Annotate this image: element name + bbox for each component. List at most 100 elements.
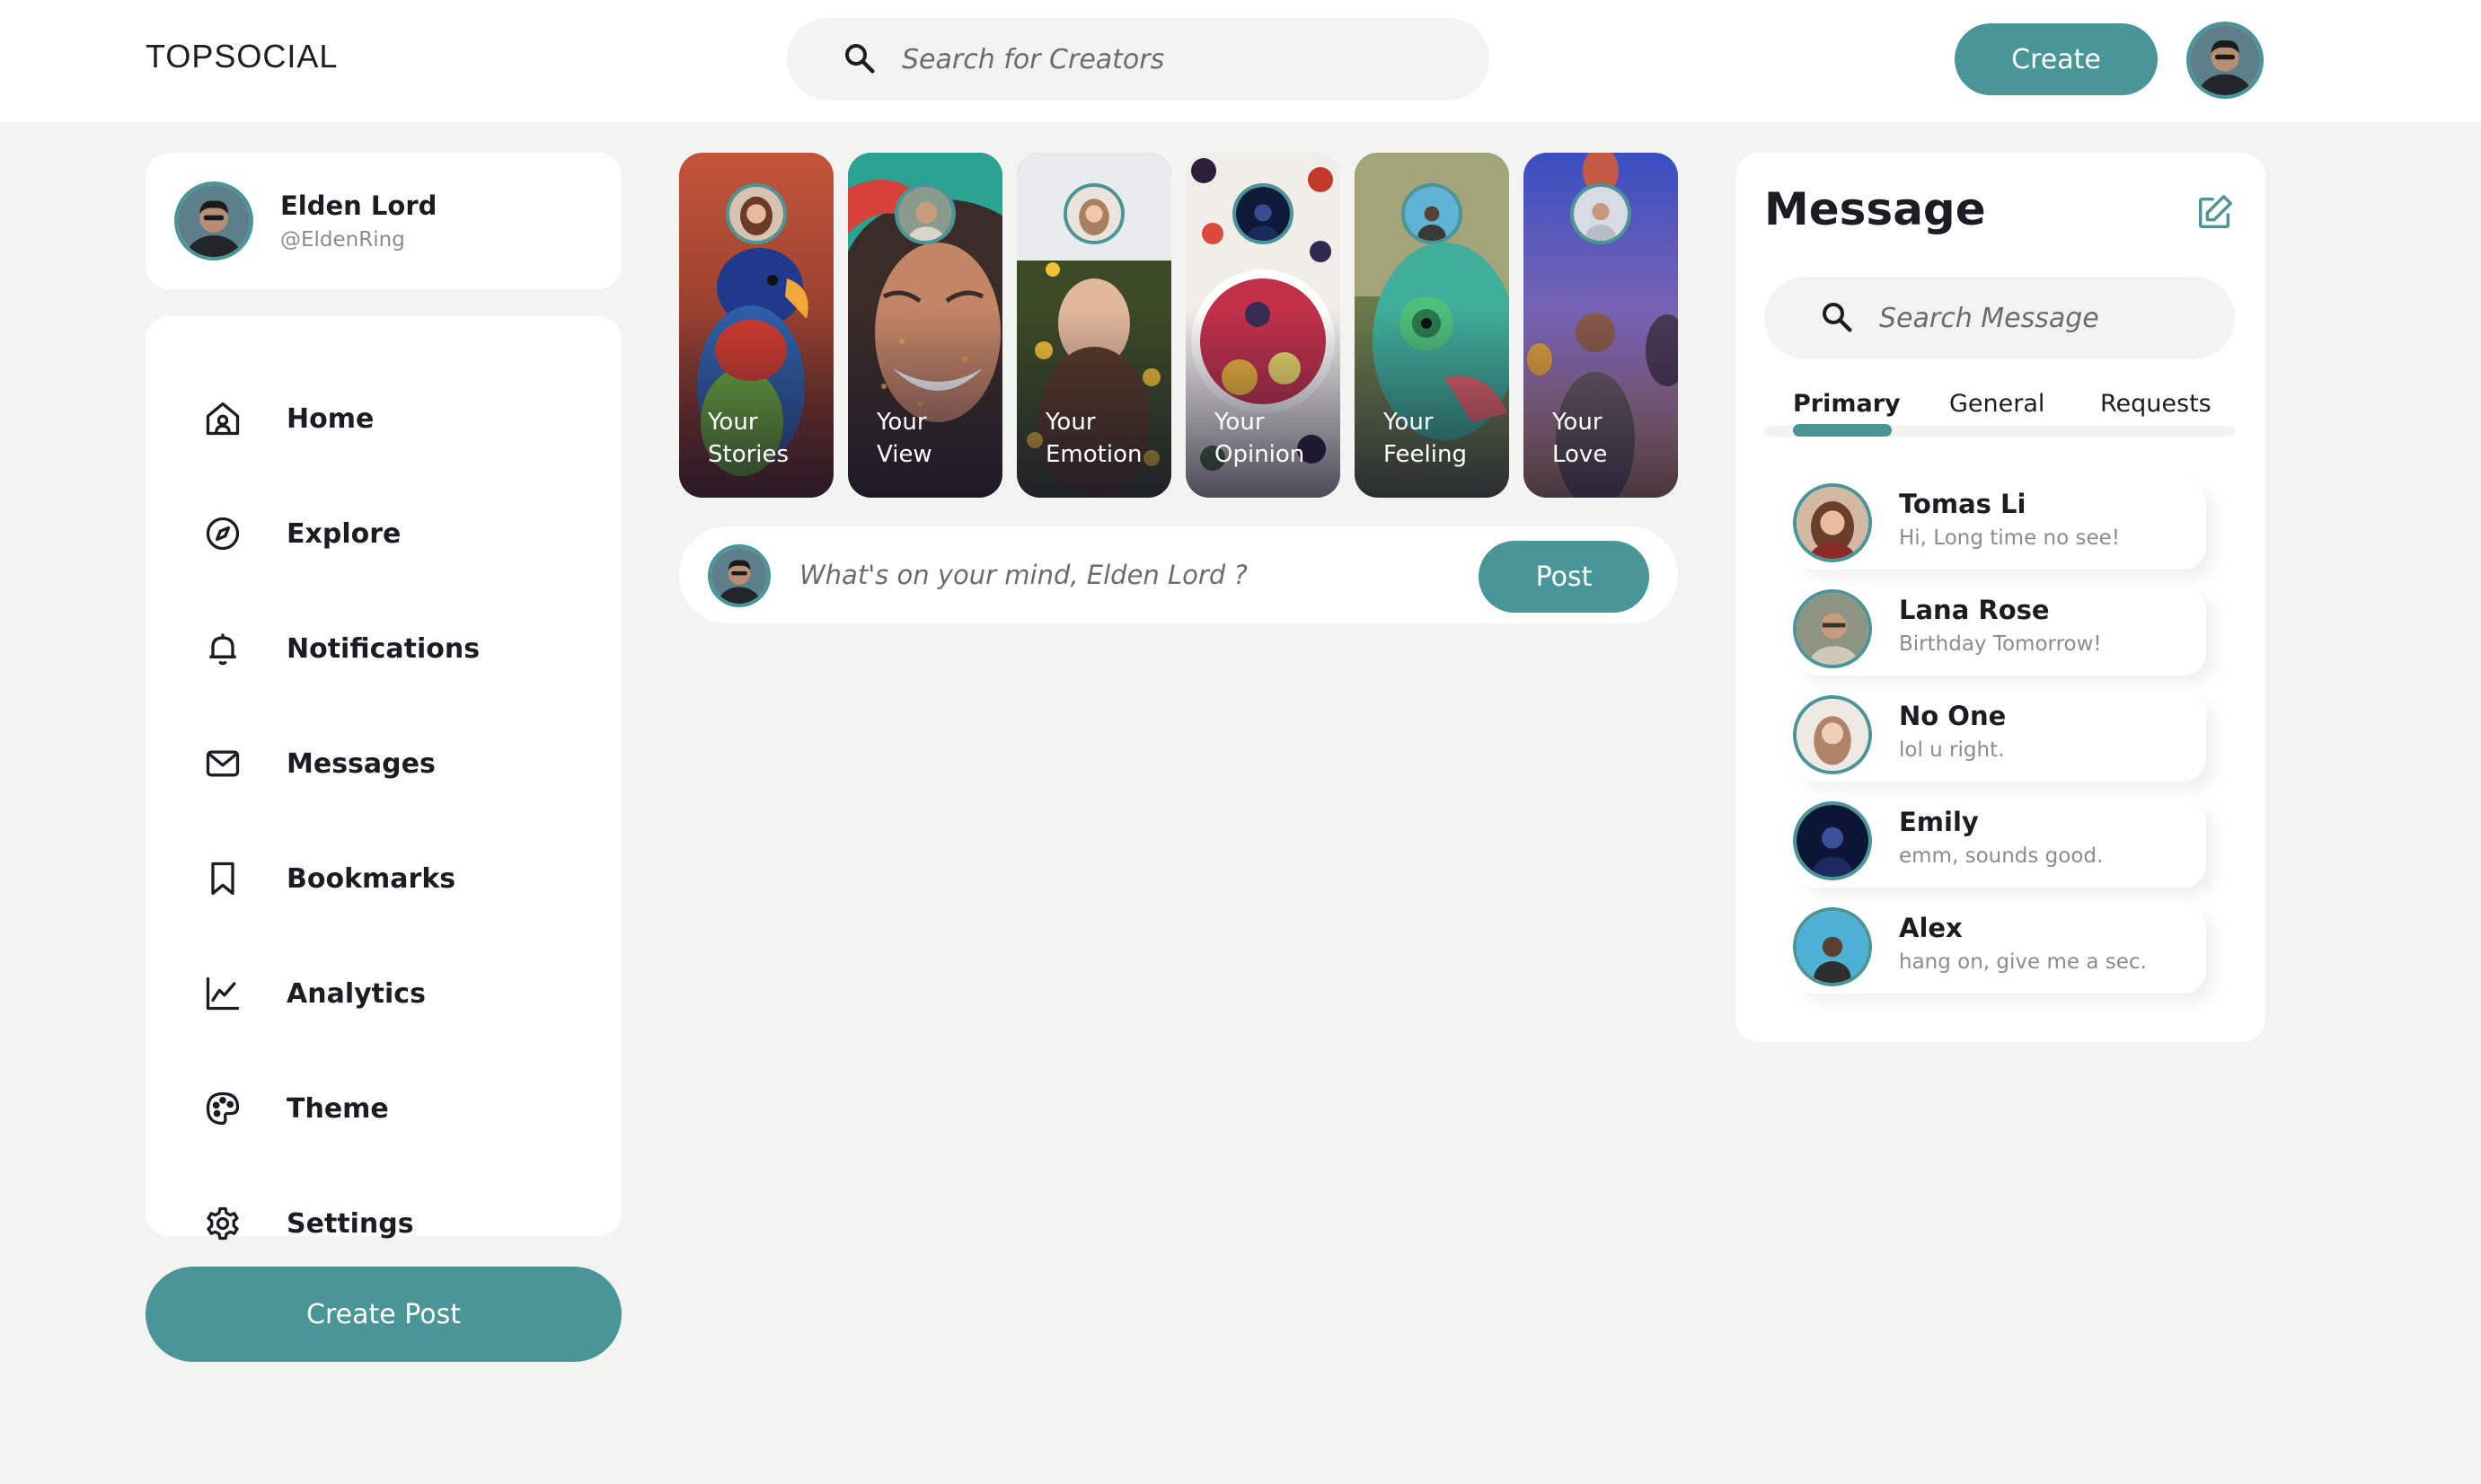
search-icon	[1823, 303, 1852, 332]
composer-avatar	[708, 544, 771, 607]
sidebar-item-bookmarks[interactable]: Bookmarks	[146, 834, 622, 923]
bookmark-icon	[211, 861, 234, 896]
post-button[interactable]: Post	[1479, 541, 1649, 613]
story-card[interactable]: Your Stories	[679, 153, 834, 498]
compass-icon	[206, 517, 240, 551]
profile-name: Elden Lord	[280, 190, 437, 221]
story-label: Your Feeling	[1383, 409, 1467, 468]
message-avatar	[1793, 801, 1872, 880]
sidebar-item-notifications[interactable]: Notifications	[146, 604, 622, 693]
sidebar-item-label: Analytics	[287, 977, 426, 1010]
profile-avatar[interactable]	[174, 181, 253, 261]
sidebar-item-label: Bookmarks	[287, 862, 456, 895]
sidebar-item-theme[interactable]: Theme	[146, 1064, 622, 1153]
avatar-photo	[1797, 911, 1868, 983]
message-item[interactable]: Alex hang on, give me a sec.	[1793, 904, 2206, 994]
sidebar-item-label: Theme	[287, 1092, 389, 1125]
gear-icon	[207, 1206, 239, 1241]
creator-search-input[interactable]	[902, 32, 1459, 86]
palette-icon	[206, 1091, 240, 1126]
story-card[interactable]: Your View	[848, 153, 1002, 498]
post-composer: Post	[679, 526, 1678, 623]
sidebar-item-label: Messages	[287, 747, 436, 780]
avatar-photo	[178, 185, 250, 257]
create-button[interactable]: Create	[1955, 23, 2158, 95]
message-search-bar[interactable]	[1764, 277, 2235, 359]
message-sender: No One	[1899, 701, 2007, 731]
tab-requests[interactable]: Requests	[2100, 390, 2212, 418]
message-item[interactable]: Emily emm, sounds good.	[1793, 798, 2206, 888]
message-sender: Lana Rose	[1899, 595, 2050, 625]
top-navbar: TOPSOCIAL Create	[0, 0, 2481, 122]
tab-primary[interactable]: Primary	[1793, 390, 1901, 418]
message-sender: Emily	[1899, 807, 1979, 837]
message-item[interactable]: Tomas Li Hi, Long time no see!	[1793, 480, 2206, 570]
story-avatar	[1401, 183, 1462, 244]
avatar-photo	[1797, 805, 1868, 877]
story-card[interactable]: Your Feeling	[1355, 153, 1509, 498]
message-preview: hang on, give me a sec.	[1899, 950, 2147, 974]
avatar-photo	[711, 548, 767, 604]
home-icon	[206, 402, 240, 436]
profile-card[interactable]: Elden Lord @EldenRing	[146, 153, 622, 289]
edit-icon[interactable]	[2194, 192, 2235, 234]
message-item[interactable]: No One lol u right.	[1793, 692, 2206, 782]
message-avatar	[1793, 483, 1872, 562]
sidebar-item-analytics[interactable]: Analytics	[146, 949, 622, 1038]
message-avatar	[1793, 589, 1872, 668]
story-label: Your Opinion	[1214, 409, 1305, 468]
message-item[interactable]: Lana Rose Birthday Tomorrow!	[1793, 586, 2206, 676]
envelope-icon	[206, 750, 240, 777]
story-label: Your Emotion	[1046, 409, 1143, 468]
avatar-photo	[1405, 187, 1459, 241]
story-avatar	[895, 183, 956, 244]
sidebar-item-label: Home	[287, 402, 375, 435]
story-label: Your Love	[1552, 409, 1608, 468]
message-preview: lol u right.	[1899, 738, 2005, 762]
user-avatar[interactable]	[2186, 22, 2264, 99]
sidebar-item-home[interactable]: Home	[146, 374, 622, 464]
message-avatar	[1793, 907, 1872, 986]
story-card[interactable]: Your Love	[1523, 153, 1678, 498]
message-search-input[interactable]	[1879, 291, 2221, 345]
avatar-photo	[1797, 593, 1868, 665]
story-avatar	[726, 183, 787, 244]
sidebar-item-label: Notifications	[287, 632, 481, 665]
messages-title: Message	[1764, 183, 1986, 235]
story-card[interactable]: Your Emotion	[1017, 153, 1171, 498]
message-sender: Alex	[1899, 913, 1963, 943]
message-preview: Birthday Tomorrow!	[1899, 632, 2102, 656]
sidebar-nav: Home Explore Notifications Messages Book…	[146, 316, 622, 1241]
avatar-photo	[1067, 187, 1121, 241]
avatar-photo	[898, 187, 952, 241]
sidebar-item-label: Settings	[287, 1207, 414, 1240]
sidebar-item-messages[interactable]: Messages	[146, 719, 622, 808]
story-label: Your View	[877, 409, 932, 468]
story-avatar	[1232, 183, 1293, 244]
story-label: Your Stories	[708, 409, 790, 468]
tab-general[interactable]: General	[1949, 390, 2044, 418]
avatar-photo	[2190, 25, 2260, 95]
avatar-photo	[1236, 187, 1290, 241]
creator-search-bar[interactable]	[787, 18, 1489, 101]
search-icon	[845, 44, 875, 74]
sidebar-item-explore[interactable]: Explore	[146, 489, 622, 579]
avatar-photo	[729, 187, 783, 241]
active-tab-indicator	[1793, 424, 1892, 437]
story-avatar	[1064, 183, 1125, 244]
post-input[interactable]	[799, 548, 1482, 602]
messages-panel: Message Primary General Requests Tomas L…	[1735, 153, 2265, 1042]
sidebar-item-settings[interactable]: Settings	[146, 1179, 622, 1268]
message-preview: emm, sounds good.	[1899, 844, 2104, 868]
message-preview: Hi, Long time no see!	[1899, 526, 2121, 550]
avatar-photo	[1574, 187, 1628, 241]
story-avatar	[1570, 183, 1631, 244]
create-post-button[interactable]: Create Post	[146, 1267, 622, 1362]
avatar-photo	[1797, 487, 1868, 559]
bell-icon	[209, 633, 236, 666]
sidebar-item-label: Explore	[287, 517, 402, 550]
story-card[interactable]: Your Opinion	[1186, 153, 1340, 498]
app-logo[interactable]: TOPSOCIAL	[146, 38, 338, 75]
message-avatar	[1793, 695, 1872, 774]
avatar-photo	[1797, 699, 1868, 771]
